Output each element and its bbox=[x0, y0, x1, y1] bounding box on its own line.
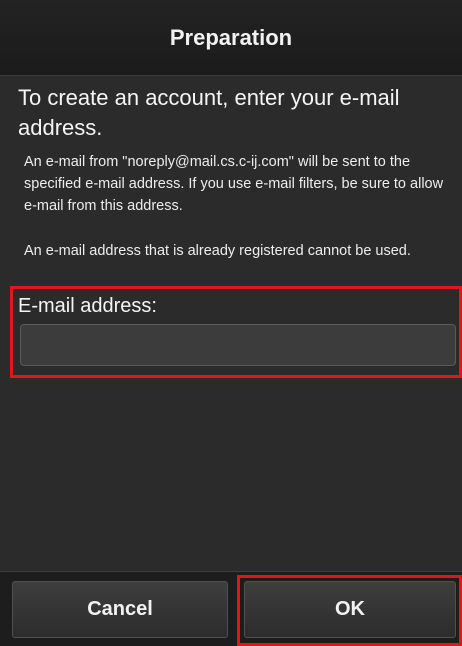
cancel-button[interactable]: Cancel bbox=[12, 581, 228, 638]
instruction-heading: To create an account, enter your e-mail … bbox=[18, 85, 400, 140]
title-bar: Preparation bbox=[0, 0, 462, 76]
registered-email-note: An e-mail address that is already regist… bbox=[24, 243, 411, 259]
ok-button[interactable]: OK bbox=[244, 581, 456, 638]
email-sender-note: An e-mail from "noreply@mail.cs.c-ij.com… bbox=[24, 154, 444, 214]
email-field-label: E-mail address: bbox=[18, 295, 157, 317]
page-title: Preparation bbox=[169, 24, 293, 50]
email-input[interactable] bbox=[20, 324, 456, 366]
preparation-screen: Preparation To create an account, enter … bbox=[0, 0, 462, 646]
